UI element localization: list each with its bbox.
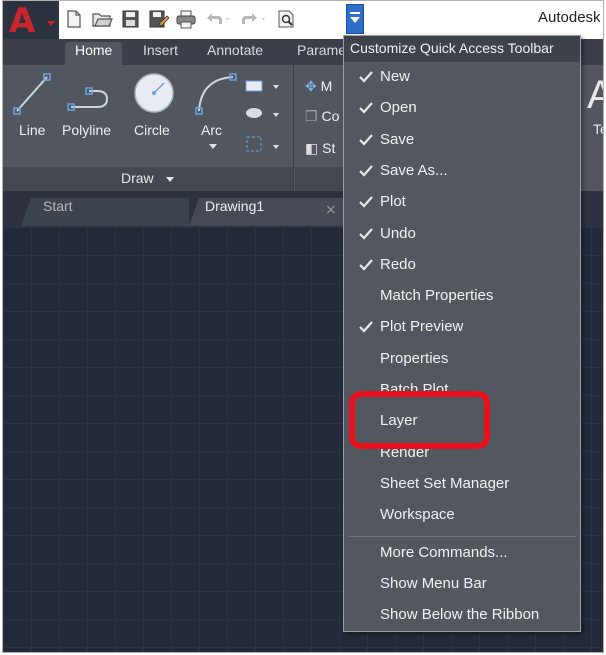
circle-tool-icon[interactable] <box>131 71 177 121</box>
line-tool-label[interactable]: Line <box>19 122 45 138</box>
menu-command-show-below-the-ribbon[interactable]: Show Below the Ribbon <box>344 600 580 631</box>
menu-item-label: Workspace <box>380 506 455 524</box>
save-as-icon[interactable] <box>147 8 169 30</box>
menu-item-label: Save As... <box>380 161 448 179</box>
save-icon[interactable] <box>119 8 141 30</box>
open-icon[interactable] <box>91 8 113 30</box>
menu-item-properties[interactable]: Properties <box>344 344 580 375</box>
menu-separator <box>348 535 576 537</box>
undo-icon[interactable] <box>203 8 229 30</box>
quick-access-toolbar <box>63 6 297 32</box>
menu-header: Customize Quick Access Toolbar <box>344 36 580 62</box>
plot-preview-icon[interactable] <box>275 8 297 30</box>
checkmark-icon <box>359 71 373 83</box>
move-tool-label[interactable]: ✥ M <box>305 78 332 95</box>
ribbon-right-edge: A Te <box>581 65 603 191</box>
copy-tool-label[interactable]: ❐ Co <box>305 108 339 125</box>
menu-title: Customize Quick Access Toolbar <box>350 40 554 56</box>
menu-item-label: Save <box>380 130 415 148</box>
arc-tool-icon[interactable] <box>193 71 239 121</box>
new-icon[interactable] <box>63 8 85 30</box>
menu-item-label: Open <box>380 99 417 117</box>
menu-item-label: Redo <box>380 255 416 273</box>
tab-home[interactable]: Home <box>65 42 123 65</box>
menu-item-save-as[interactable]: Save As... <box>344 156 580 187</box>
menu-item-plot[interactable]: Plot <box>344 187 580 218</box>
rectangle-tool-icon[interactable] <box>243 75 283 163</box>
title-bar: A Autodesk <box>3 1 603 41</box>
checkmark-icon <box>359 259 373 271</box>
app-menu-caret-icon <box>47 21 55 26</box>
stretch-tool-label[interactable]: ◧ St <box>305 140 335 157</box>
menu-item-sheet-set-manager[interactable]: Sheet Set Manager <box>344 469 580 500</box>
plot-icon[interactable] <box>175 8 197 30</box>
customize-qat-menu: Customize Quick Access Toolbar New Open Sa… <box>343 35 581 632</box>
menu-item-label: Plot Preview <box>380 318 464 336</box>
tab-annotate[interactable]: Annotate <box>197 42 273 65</box>
menu-command-show-menu-bar[interactable]: Show Menu Bar <box>344 569 580 600</box>
menu-command-label: More Commands... <box>380 543 508 561</box>
menu-item-label: Sheet Set Manager <box>380 474 510 492</box>
arc-tool-label[interactable]: Arc <box>201 122 222 138</box>
circle-tool-label[interactable]: Circle <box>134 122 170 138</box>
menu-item-save[interactable]: Save <box>344 125 580 156</box>
modify-panel-footer[interactable] <box>295 167 345 191</box>
tab-insert[interactable]: Insert <box>133 42 188 65</box>
start-tab[interactable]: Start <box>21 198 189 226</box>
menu-item-open[interactable]: Open <box>344 93 580 124</box>
menu-item-label: Properties <box>380 349 449 367</box>
window-title: Autodesk <box>538 9 601 26</box>
arc-dropdown-caret-icon[interactable] <box>209 144 217 149</box>
draw-panel-expand-icon <box>166 177 174 182</box>
menu-item-label: Match Properties <box>380 287 494 305</box>
menu-item-label: New <box>380 68 411 85</box>
line-tool-icon[interactable] <box>11 71 53 121</box>
redo-icon[interactable] <box>239 8 265 30</box>
checkmark-icon <box>359 321 373 333</box>
menu-command-label: Show Menu Bar <box>380 574 487 592</box>
layer-highlight-annotation <box>349 391 490 449</box>
application-menu-button[interactable]: A <box>3 1 59 41</box>
customize-qat-dropdown-button[interactable] <box>346 4 364 34</box>
text-tool-icon[interactable]: A <box>587 73 603 118</box>
checkmark-icon <box>359 102 373 114</box>
checkmark-icon <box>359 133 373 146</box>
chevron-down-icon <box>350 12 360 23</box>
autocad-logo: A <box>9 1 36 41</box>
text-tool-label[interactable]: Te <box>593 121 603 137</box>
menu-item-undo[interactable]: Undo <box>344 219 580 250</box>
checkmark-icon <box>359 227 373 240</box>
panel-divider <box>293 65 294 191</box>
menu-item-plot-preview[interactable]: Plot Preview <box>344 312 580 343</box>
menu-command-label: Show Below the Ribbon <box>380 605 540 623</box>
menu-item-label: Plot <box>380 193 406 211</box>
menu-item-match-properties[interactable]: Match Properties <box>344 281 580 312</box>
menu-command-more-commands[interactable]: More Commands... <box>344 538 580 569</box>
menu-item-workspace[interactable]: Workspace <box>344 500 580 531</box>
checkmark-icon <box>359 165 373 177</box>
close-tab-icon[interactable]: × <box>325 202 337 218</box>
menu-item-new[interactable]: New <box>344 62 580 93</box>
polyline-tool-icon[interactable] <box>67 71 115 121</box>
checkmark-icon <box>359 196 373 208</box>
draw-panel-label[interactable]: Draw <box>121 170 154 186</box>
polyline-tool-label[interactable]: Polyline <box>62 122 111 138</box>
menu-item-redo[interactable]: Redo <box>344 250 580 281</box>
menu-item-label: Undo <box>380 224 416 242</box>
